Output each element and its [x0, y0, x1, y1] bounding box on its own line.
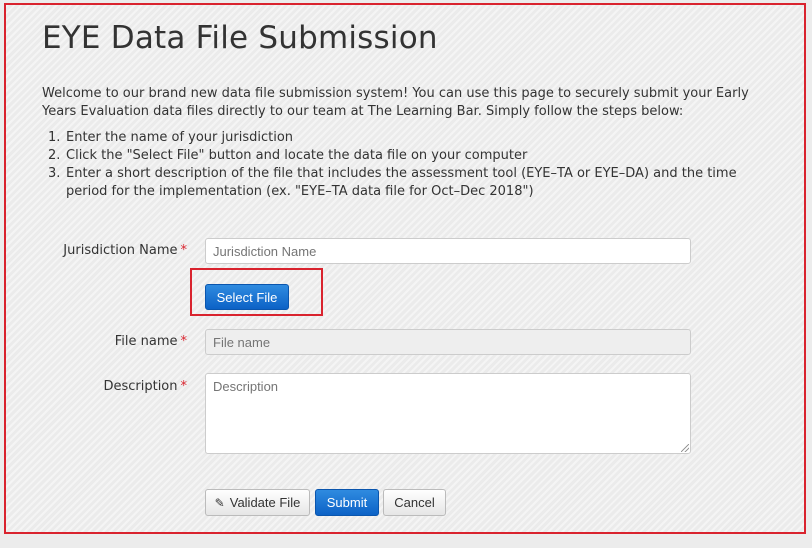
step-text: Enter the name of your jurisdiction — [66, 130, 294, 145]
required-marker: * — [180, 334, 188, 349]
list-item: 3. Enter a short description of the file… — [48, 165, 778, 201]
intro-text: Welcome to our brand new data file submi… — [42, 86, 749, 119]
validate-file-button[interactable]: ✎ Validate File — [205, 489, 310, 516]
description-label: Description * — [27, 379, 187, 394]
description-textarea[interactable] — [205, 373, 691, 454]
cancel-label: Cancel — [394, 495, 435, 510]
resize-handle-icon[interactable] — [681, 444, 689, 452]
step-number: 2. — [48, 148, 61, 163]
submit-label: Submit — [326, 495, 368, 510]
step-number: 3. — [48, 166, 61, 181]
select-file-button[interactable]: Select File — [205, 284, 289, 310]
file-name-label: File name * — [27, 334, 187, 349]
jurisdiction-input[interactable] — [205, 238, 691, 264]
description-wrapper — [205, 373, 691, 454]
steps-list: 1. Enter the name of your jurisdiction 2… — [48, 129, 778, 201]
page-title: EYE Data File Submission — [42, 20, 438, 56]
file-name-field — [205, 329, 691, 355]
select-file-label: Select File — [216, 289, 278, 305]
jurisdiction-label: Jurisdiction Name * — [27, 243, 187, 258]
required-marker: * — [180, 379, 188, 394]
file-name-label-text: File name — [114, 334, 178, 349]
step-number: 1. — [48, 130, 61, 145]
required-marker: * — [180, 243, 188, 258]
jurisdiction-label-text: Jurisdiction Name — [63, 243, 178, 258]
highlight-frame — [4, 3, 806, 534]
step-text: Enter a short description of the file th… — [66, 166, 737, 199]
submit-button[interactable]: Submit — [315, 489, 379, 516]
cancel-button[interactable]: Cancel — [383, 489, 446, 516]
step-text: Click the "Select File" button and locat… — [66, 148, 528, 163]
pencil-icon: ✎ — [214, 495, 225, 510]
list-item: 2. Click the "Select File" button and lo… — [48, 147, 778, 165]
list-item: 1. Enter the name of your jurisdiction — [48, 129, 778, 147]
description-label-text: Description — [103, 379, 178, 394]
validate-file-label: Validate File — [229, 495, 301, 510]
